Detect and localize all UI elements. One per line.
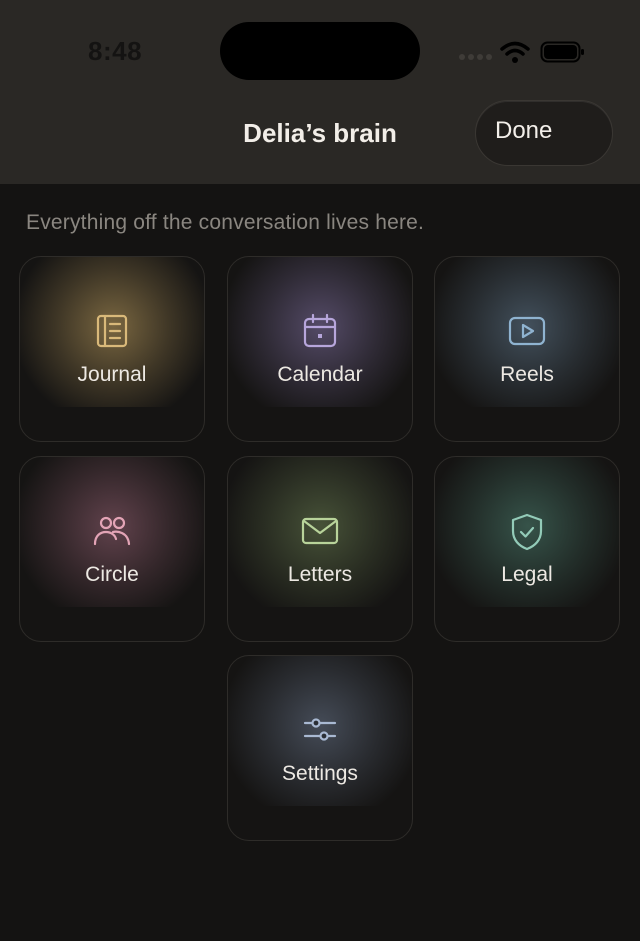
tile-settings[interactable]: Settings xyxy=(227,655,413,841)
page-subtitle: Everything off the conversation lives he… xyxy=(26,211,425,234)
tile-letters[interactable]: Letters xyxy=(227,456,413,642)
tile-label: Letters xyxy=(287,563,353,586)
tile-reels[interactable]: Reels xyxy=(434,256,620,442)
journal-icon xyxy=(96,314,128,348)
tile-journal[interactable]: Journal xyxy=(19,256,205,442)
tile-label: Circle xyxy=(85,563,139,586)
dynamic-island xyxy=(220,22,420,80)
tile-calendar[interactable]: Calendar xyxy=(227,256,413,442)
calendar-icon xyxy=(303,313,337,348)
status-time: 8:48 xyxy=(88,36,143,66)
nav-header: 8:48 Delia’s brain Done xyxy=(0,0,640,184)
tile-label: Settings xyxy=(282,762,358,785)
envelope-icon xyxy=(301,517,339,545)
cellular-signal-icon xyxy=(459,54,492,60)
tile-legal[interactable]: Legal xyxy=(434,456,620,642)
tile-label: Reels xyxy=(500,363,554,386)
sliders-icon xyxy=(303,718,337,741)
done-button-label: Done xyxy=(495,117,553,144)
tile-label: Legal xyxy=(501,563,553,586)
people-icon xyxy=(93,516,131,546)
tile-label: Journal xyxy=(77,363,147,386)
tile-circle[interactable]: Circle xyxy=(19,456,205,642)
wifi-icon xyxy=(500,41,530,63)
done-button[interactable]: Done xyxy=(475,100,613,166)
tile-label: Calendar xyxy=(277,363,363,386)
shield-check-icon xyxy=(511,513,543,551)
battery-icon xyxy=(540,41,584,63)
play-icon xyxy=(508,316,546,346)
